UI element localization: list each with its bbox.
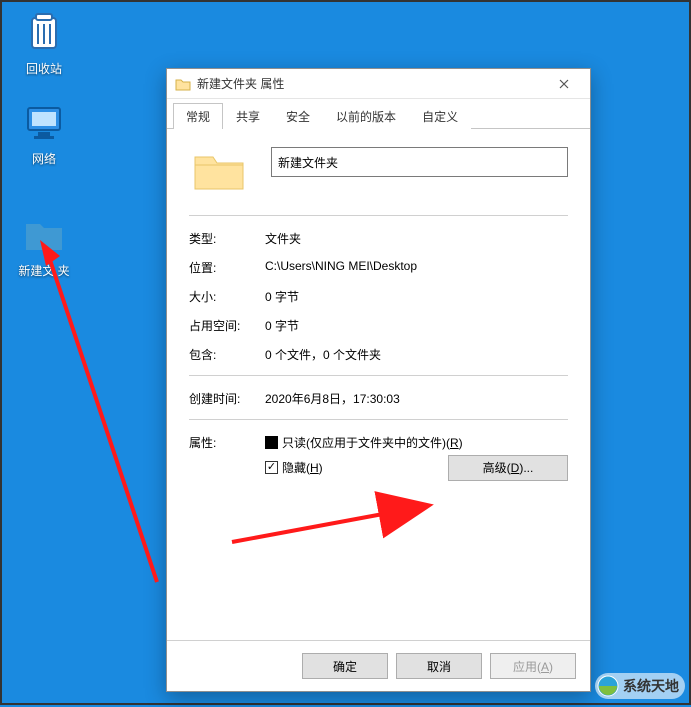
checkbox-box-icon — [265, 461, 278, 474]
tab-sharing[interactable]: 共享 — [223, 103, 273, 129]
label-location: 位置: — [189, 259, 265, 276]
folder-name-input[interactable] — [271, 147, 568, 177]
close-button[interactable] — [541, 70, 586, 98]
watermark-text: 系统天地 — [623, 676, 679, 696]
value-size-on-disk: 0 字节 — [265, 317, 568, 334]
value-location: C:\Users\NING MEI\Desktop — [265, 259, 568, 276]
cancel-button[interactable]: 取消 — [396, 653, 482, 679]
checkbox-readonly-label: 只读(仅应用于文件夹中的文件)(R) — [282, 434, 463, 451]
folder-icon — [175, 76, 191, 92]
checkbox-box-icon — [265, 436, 278, 449]
tab-security[interactable]: 安全 — [273, 103, 323, 129]
desktop-icon-network[interactable]: 网络 — [8, 98, 80, 167]
label-size-on-disk: 占用空间: — [189, 317, 265, 334]
desktop-icon-label: 网络 — [8, 150, 80, 167]
label-attributes: 属性: — [189, 434, 265, 451]
tab-previous-versions[interactable]: 以前的版本 — [323, 103, 409, 129]
folder-large-icon — [191, 147, 247, 195]
properties-dialog: 新建文件夹 属性 常规 共享 安全 以前的版本 自定义 类型:文件夹 位置:C:… — [166, 68, 591, 692]
globe-icon — [597, 675, 619, 697]
checkbox-readonly[interactable]: 只读(仅应用于文件夹中的文件)(R) — [265, 434, 463, 451]
value-created: 2020年6月8日，17:30:03 — [265, 390, 568, 407]
folder-hidden-icon — [20, 210, 68, 258]
dialog-button-row: 确定 取消 应用(A) — [167, 640, 590, 691]
general-pane: 类型:文件夹 位置:C:\Users\NING MEI\Desktop 大小:0… — [167, 129, 590, 640]
desktop-icon-recycle-bin[interactable]: 回收站 — [8, 8, 80, 77]
desktop-icon-label: 新建文 夹 — [8, 262, 80, 279]
label-size: 大小: — [189, 288, 265, 305]
checkbox-hidden[interactable]: 隐藏(H) — [265, 459, 323, 476]
tab-general[interactable]: 常规 — [173, 103, 223, 129]
dialog-title: 新建文件夹 属性 — [197, 75, 541, 92]
label-created: 创建时间: — [189, 390, 265, 407]
value-size: 0 字节 — [265, 288, 568, 305]
apply-button[interactable]: 应用(A) — [490, 653, 576, 679]
network-icon — [20, 98, 68, 146]
recycle-bin-icon — [20, 8, 68, 56]
value-contains: 0 个文件，0 个文件夹 — [265, 346, 568, 363]
ok-button[interactable]: 确定 — [302, 653, 388, 679]
desktop-icon-label: 回收站 — [8, 60, 80, 77]
watermark: 系统天地 — [595, 673, 685, 699]
label-contains: 包含: — [189, 346, 265, 363]
tab-customize[interactable]: 自定义 — [409, 103, 471, 129]
desktop-icon-new-folder[interactable]: 新建文 夹 — [8, 210, 80, 279]
titlebar[interactable]: 新建文件夹 属性 — [167, 69, 590, 99]
tabstrip: 常规 共享 安全 以前的版本 自定义 — [167, 99, 590, 129]
value-type: 文件夹 — [265, 230, 568, 247]
label-type: 类型: — [189, 230, 265, 247]
checkbox-hidden-label: 隐藏(H) — [282, 459, 323, 476]
advanced-button[interactable]: 高级(D)... — [448, 455, 568, 481]
